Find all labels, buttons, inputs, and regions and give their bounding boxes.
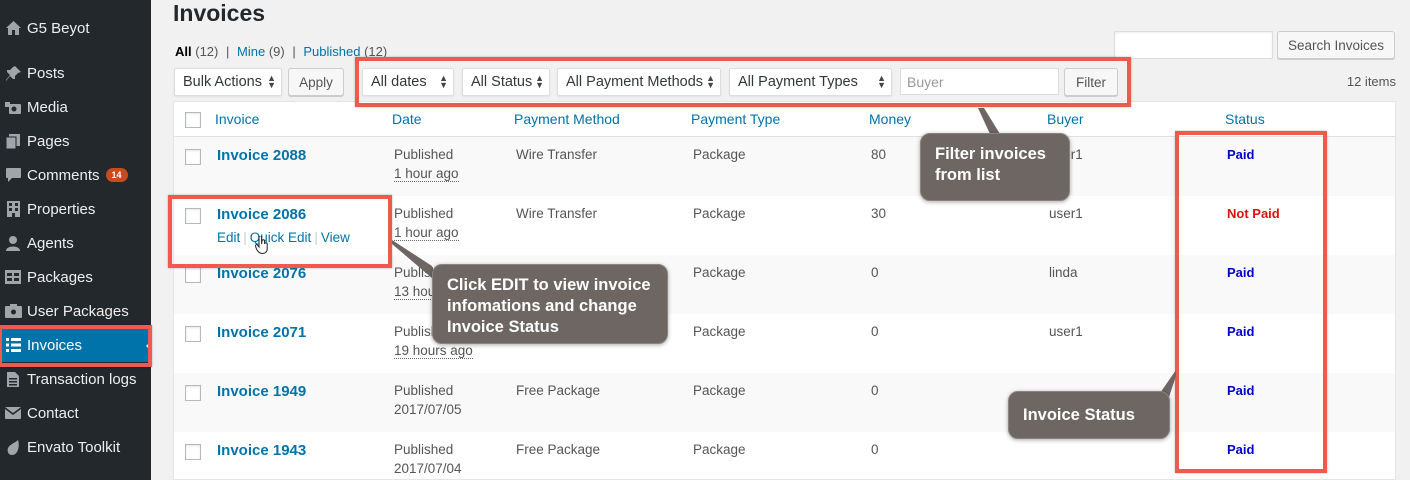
edit-callout: Click EDIT to view invoice infomations a…	[432, 264, 668, 344]
status-callout: Invoice Status	[1008, 391, 1170, 439]
hand-cursor-icon	[255, 235, 269, 259]
filter-callout: Filter invoices from list	[920, 133, 1070, 201]
callout-tails	[392, 108, 1176, 400]
filter-callout-tail	[978, 108, 1000, 134]
edit-callout-tail	[392, 240, 432, 278]
